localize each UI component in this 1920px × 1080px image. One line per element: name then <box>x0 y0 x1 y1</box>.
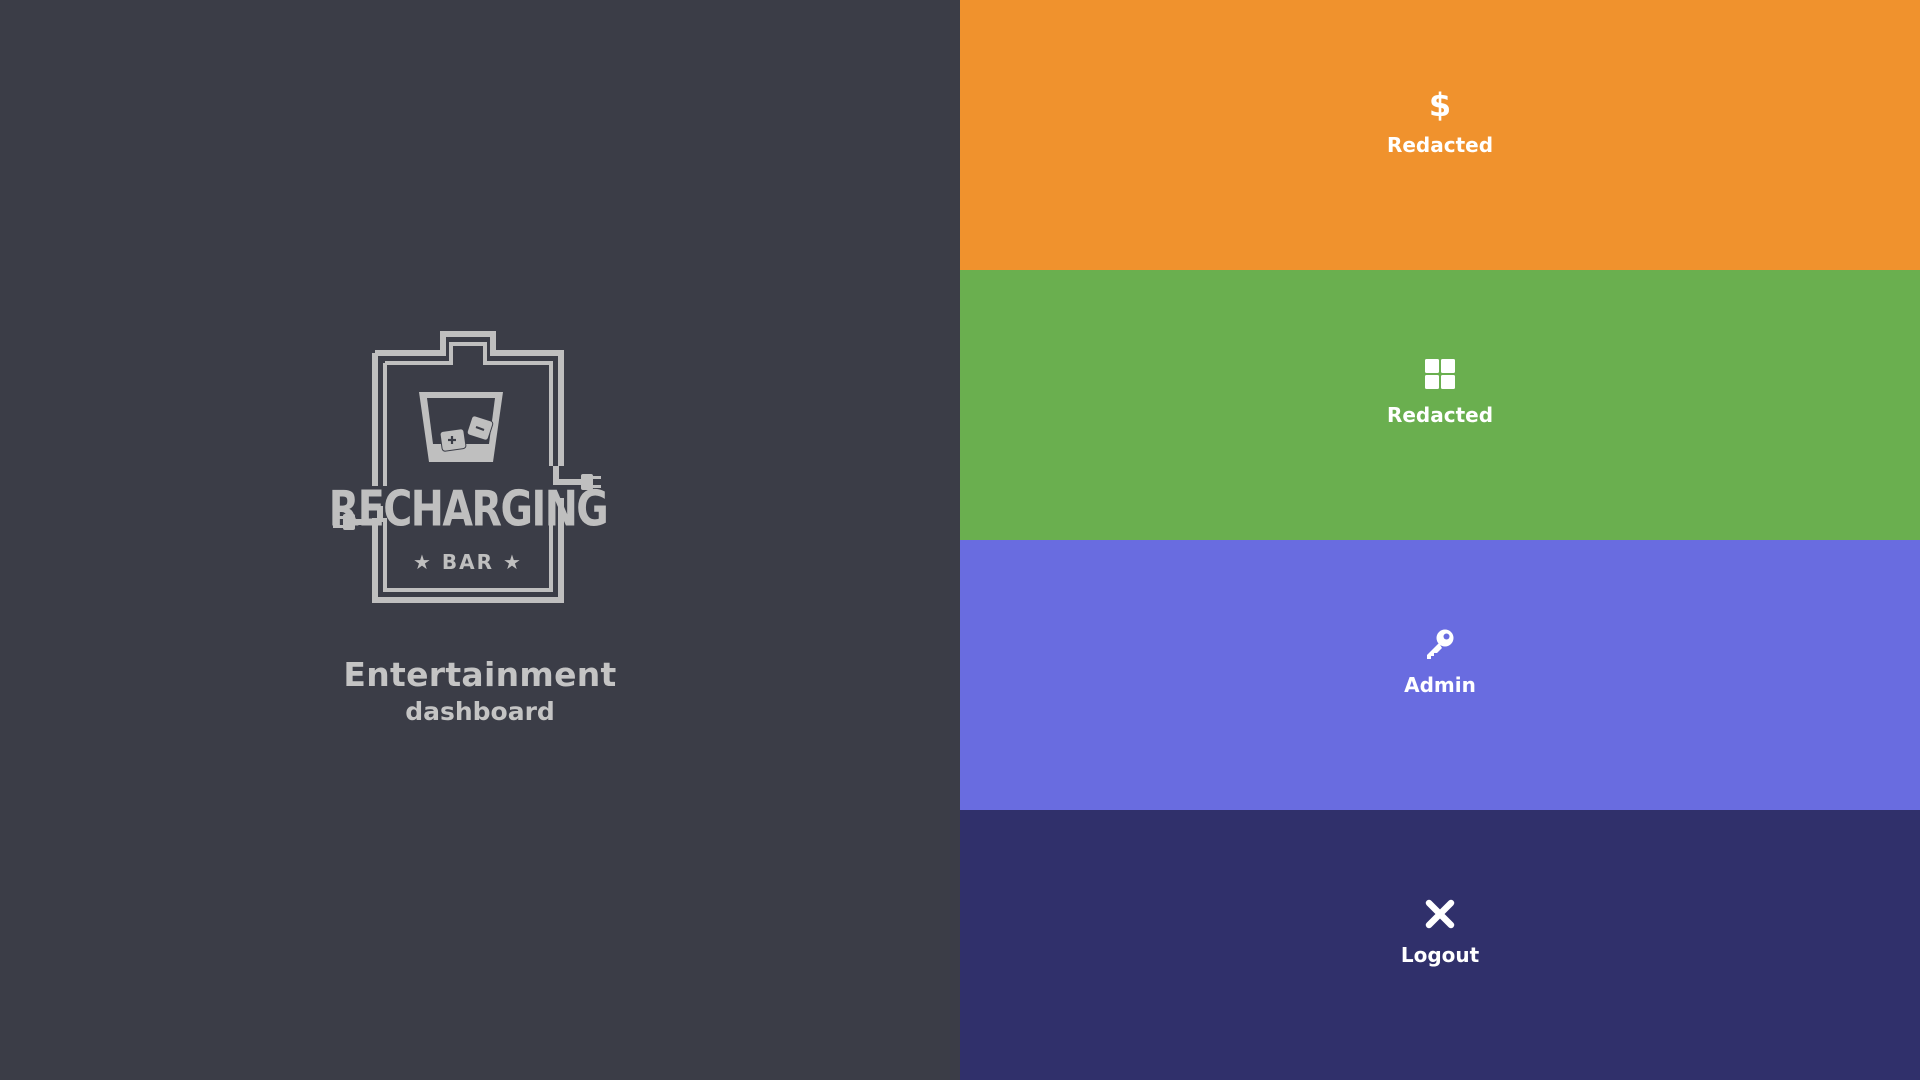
recharging-bar-logo: RECHARGING ★ BAR ★ <box>325 326 635 636</box>
app-root: RECHARGING ★ BAR ★ Entertainment dashboa… <box>0 0 1920 1080</box>
menu-tile-redacted-2[interactable]: Redacted <box>960 270 1920 540</box>
menu-tile-admin[interactable]: Admin <box>960 540 1920 810</box>
menu-tile-logout[interactable]: Logout <box>960 810 1920 1080</box>
dollar-icon: $ <box>1423 87 1457 121</box>
menu-tile-label: Redacted <box>1386 133 1494 157</box>
logo-text-recharging: RECHARGING <box>329 481 608 538</box>
svg-text:$: $ <box>1429 87 1451 121</box>
close-icon <box>1423 897 1457 931</box>
grid-icon <box>1423 357 1457 391</box>
dashboard-subtitle: dashboard <box>405 697 555 726</box>
menu-tile-label: Admin <box>1404 673 1476 697</box>
menu-tile-label: Redacted <box>1386 403 1494 427</box>
branding-panel: RECHARGING ★ BAR ★ Entertainment dashboa… <box>0 0 960 1080</box>
navigation-menu: $ Redacted Redacted Admin Logout <box>960 0 1920 1080</box>
menu-tile-redacted-1[interactable]: $ Redacted <box>960 0 1920 270</box>
key-icon <box>1423 627 1457 661</box>
dashboard-title: Entertainment <box>343 655 617 694</box>
menu-tile-label: Logout <box>1400 943 1480 967</box>
logo-text-bar: ★ BAR ★ <box>413 550 523 574</box>
